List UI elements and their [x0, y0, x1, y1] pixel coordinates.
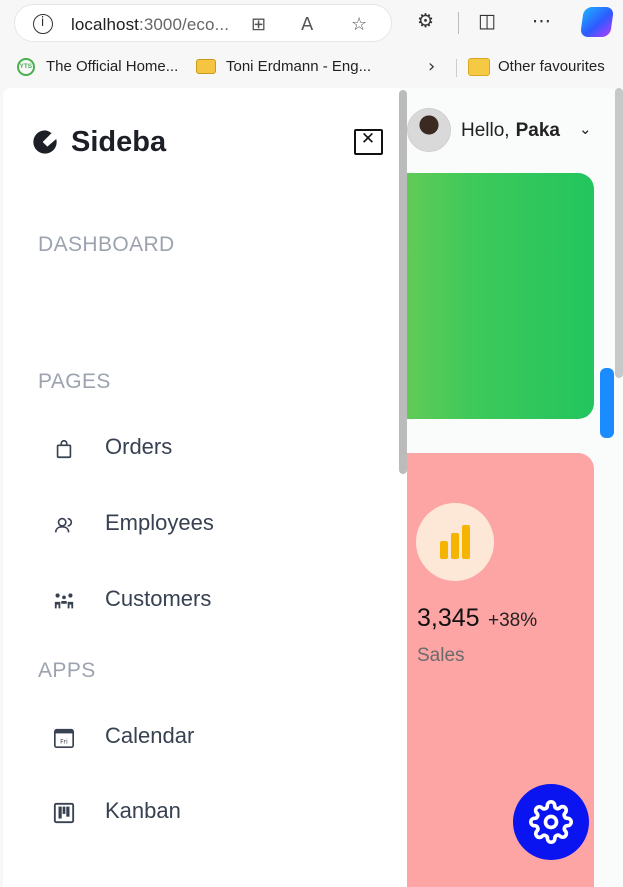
- shopping-bag-icon: [56, 439, 72, 459]
- yts-favicon-icon: YTS: [17, 58, 35, 76]
- sidebar-item-customers[interactable]: Customers: [37, 580, 377, 620]
- sales-label: Sales: [417, 645, 465, 666]
- sidebar-item-label: Calendar: [105, 723, 195, 748]
- sidebar-scrollbar[interactable]: [399, 90, 407, 474]
- coins-icon: [416, 503, 494, 581]
- sidebar: Sideba DASHBOARD PAGES Orders Employees …: [3, 88, 407, 887]
- copilot-icon[interactable]: [579, 7, 615, 37]
- avatar[interactable]: [407, 108, 451, 152]
- logo-text: Sideba: [71, 126, 167, 158]
- page-viewport: Hello,Paka ⌄ 3,345 +38% Sales Sideba DAS…: [3, 88, 623, 887]
- section-pages: PAGES: [38, 370, 111, 393]
- gear-icon: [529, 800, 573, 844]
- sidebar-item-label: Employees: [105, 510, 214, 535]
- section-dashboard: DASHBOARD: [38, 233, 175, 256]
- page-scrollbar[interactable]: [615, 88, 623, 378]
- logo-icon: [33, 130, 57, 154]
- extensions-icon[interactable]: ⚙: [417, 10, 434, 32]
- toolbar-separator: [458, 12, 459, 34]
- app-available-icon[interactable]: ⊞: [251, 14, 266, 35]
- sidebar-item-label: Customers: [105, 586, 212, 611]
- svg-text:Fri: Fri: [60, 738, 68, 746]
- bookmark-1[interactable]: The Official Home...: [46, 58, 178, 75]
- bookmarks-bar: YTS The Official Home... Toni Erdmann - …: [0, 50, 623, 84]
- earnings-card: [387, 173, 594, 419]
- sales-value: 3,345: [417, 604, 480, 632]
- read-aloud-icon[interactable]: A: [301, 14, 313, 35]
- browser-toolbar: localhost:3000/eco... ⊞ A ☆ ⚙ ◫ ⋯ YTS Th…: [0, 0, 623, 88]
- user-name: Paka: [515, 120, 560, 141]
- sales-change: +38%: [488, 610, 538, 631]
- close-sidebar-button[interactable]: [354, 129, 383, 155]
- people-icon: [54, 517, 73, 533]
- folder-icon: [468, 58, 490, 76]
- greeting: Hello, Paka: [461, 120, 560, 141]
- customers-icon: [54, 593, 74, 609]
- address-bar[interactable]: localhost:3000/eco... ⊞ A ☆: [14, 4, 392, 42]
- sidebar-item-label: Kanban: [105, 798, 181, 823]
- split-screen-icon[interactable]: ◫: [478, 10, 496, 32]
- favourite-star-icon[interactable]: ☆: [351, 14, 367, 35]
- other-favourites[interactable]: Other favourites: [498, 58, 605, 75]
- section-apps: APPS: [38, 659, 96, 682]
- settings-button[interactable]: [513, 784, 589, 860]
- sidebar-item-orders[interactable]: Orders: [37, 428, 377, 468]
- more-menu-icon[interactable]: ⋯: [532, 10, 551, 32]
- sidebar-item-calendar[interactable]: Fri Calendar: [37, 717, 377, 757]
- chevron-down-icon[interactable]: ⌄: [579, 120, 592, 138]
- calendar-icon: Fri: [54, 728, 74, 748]
- bookmarks-overflow-chevron-icon[interactable]: ›: [428, 56, 435, 77]
- subtitle-favicon-icon: [196, 59, 216, 74]
- bookmark-2[interactable]: Toni Erdmann - Eng...: [226, 58, 371, 75]
- site-info-icon[interactable]: [33, 14, 53, 34]
- sidebar-item-label: Orders: [105, 434, 173, 459]
- kanban-icon: [53, 802, 75, 824]
- sidebar-item-employees[interactable]: Employees: [37, 504, 377, 544]
- url-text[interactable]: localhost:3000/eco...: [71, 15, 229, 35]
- side-tab-indicator[interactable]: [600, 368, 614, 438]
- bookmarks-separator: [456, 59, 457, 77]
- sidebar-item-kanban[interactable]: Kanban: [37, 792, 377, 832]
